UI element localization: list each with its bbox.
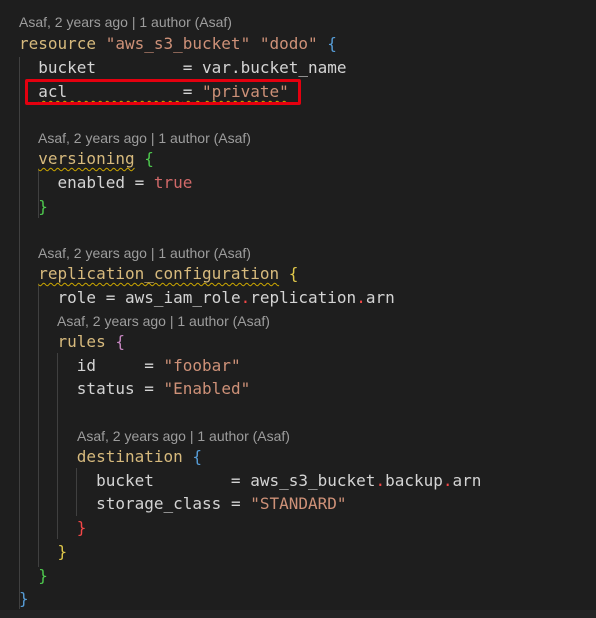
dot: . [375,471,386,490]
keyword-replication-configuration: replication_configuration [38,264,280,283]
value-role-b: replication [250,288,357,307]
value-status: "Enabled" [163,379,251,398]
brace-close: } [38,566,48,585]
value-bucket: var.bucket_name [202,58,347,77]
dot: . [442,471,453,490]
attr-status: status [76,379,135,398]
value-dest-bucket-b: backup [385,471,443,490]
value-enabled: true [153,173,193,192]
code-line-resource[interactable]: resource "aws_s3_bucket" "dodo" { [19,32,337,56]
code-line-replication-close[interactable]: } [19,564,48,588]
keyword-destination: destination [76,447,183,466]
codelens-rules[interactable]: Asaf, 2 years ago | 1 author (Asaf) [57,312,270,330]
brace-close: } [57,542,68,561]
equals: = [182,58,193,77]
attr-bucket: bucket [38,58,97,77]
value-role-c: arn [365,288,395,307]
code-line-replication[interactable]: replication_configuration { [19,262,298,286]
code-line-resource-close[interactable]: } [19,587,29,611]
codelens-versioning[interactable]: Asaf, 2 years ago | 1 author (Asaf) [38,129,251,147]
keyword-rules: rules [57,332,106,351]
value-dest-bucket-a: aws_s3_bucket [250,471,376,490]
code-line-role[interactable]: role = aws_iam_role.replication.arn [19,286,395,310]
equals: = [144,379,154,398]
codelens-destination[interactable]: Asaf, 2 years ago | 1 author (Asaf) [77,427,290,445]
brace-close: } [38,197,48,216]
code-line-bucket[interactable]: bucket = var.bucket_name [19,56,347,80]
equals: = [230,471,241,490]
brace-close: } [19,589,29,608]
brace-open: { [115,332,125,351]
code-line-destination[interactable]: destination { [19,445,202,469]
codelens-resource[interactable]: Asaf, 2 years ago | 1 author (Asaf) [19,13,232,31]
brace-open: { [144,149,154,168]
code-line-storage-class[interactable]: storage_class = "STANDARD" [19,492,347,516]
code-line-status[interactable]: status = "Enabled" [19,377,250,401]
value-dest-bucket-c: arn [452,471,482,490]
editor-bottom-edge [0,610,596,618]
code-line-dest-bucket[interactable]: bucket = aws_s3_bucket.backup.arn [19,469,481,493]
code-line-enabled[interactable]: enabled = true [19,171,193,195]
attr-role: role [57,288,97,307]
code-line-versioning-close[interactable]: } [19,195,48,219]
resource-type: "aws_s3_bucket" [105,34,251,53]
equals: = [144,356,154,375]
value-storage-class: "STANDARD" [250,494,347,513]
equals: = [105,288,116,307]
code-line-id[interactable]: id = "foobar" [19,354,241,378]
keyword-resource: resource [19,34,97,53]
resource-name: "dodo" [259,34,318,53]
code-line-rules[interactable]: rules { [19,330,125,354]
code-line-versioning[interactable]: versioning { [19,147,154,171]
value-role-a: aws_iam_role [124,288,241,307]
equals: = [134,173,145,192]
code-line-rules-close[interactable]: } [19,540,68,564]
codelens-replication[interactable]: Asaf, 2 years ago | 1 author (Asaf) [38,244,251,262]
brace-open: { [192,447,203,466]
value-id: "foobar" [163,356,241,375]
code-line-destination-close[interactable]: } [19,516,87,540]
attr-storage-class: storage_class [96,494,222,513]
attr-enabled: enabled [57,173,125,192]
highlight-acl-box [25,79,301,105]
keyword-versioning: versioning [38,149,135,168]
dot: . [356,288,366,307]
dot: . [240,288,251,307]
brace-open: { [288,264,299,283]
attr-id: id [76,356,97,375]
attr-bucket: bucket [96,471,154,490]
equals: = [230,494,241,513]
code-editor[interactable]: Asaf, 2 years ago | 1 author (Asaf) reso… [0,0,596,618]
brace-open: { [327,34,337,53]
brace-close: } [76,518,87,537]
